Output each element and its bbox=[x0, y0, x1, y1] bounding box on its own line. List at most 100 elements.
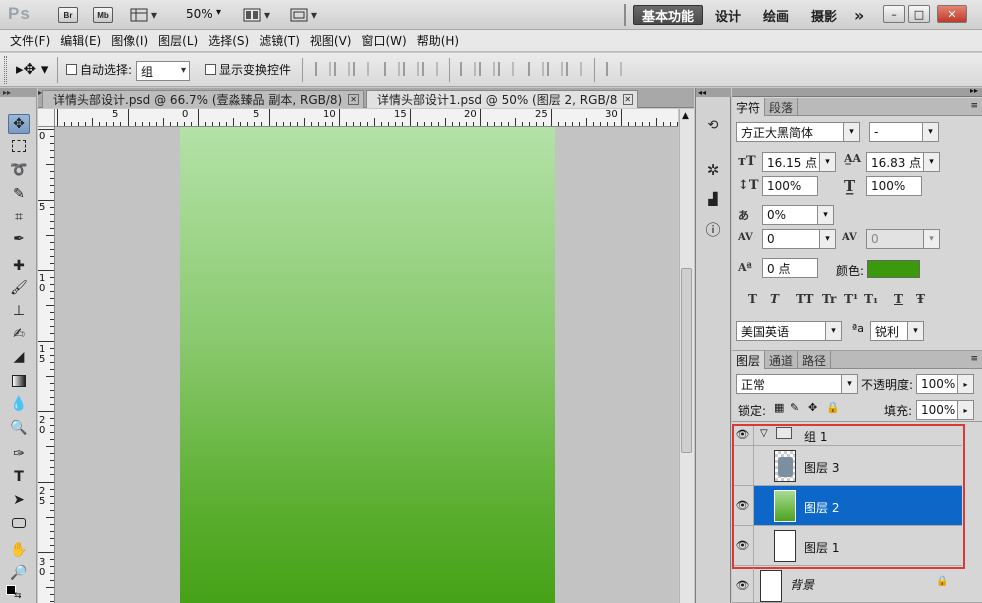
launch-minibridge-button[interactable]: Mb bbox=[93, 7, 113, 23]
vertical-ruler[interactable]: 0 5 1 0 1 5 2 0 2 5 3 0 bbox=[38, 127, 55, 603]
options-grip[interactable] bbox=[4, 56, 7, 84]
blur-tool-icon[interactable]: 💧 bbox=[8, 394, 30, 414]
workspace-painting[interactable]: 绘画 bbox=[755, 5, 797, 25]
tab-paragraph[interactable]: 段落 bbox=[765, 98, 799, 116]
close-button[interactable]: ✕ bbox=[937, 5, 967, 23]
move-tool-preset-icon[interactable]: ▸✥ ▾ bbox=[16, 60, 48, 78]
crop-tool-icon[interactable]: ⌗ bbox=[8, 207, 30, 227]
view-extras-button[interactable]: ▾ bbox=[130, 6, 157, 24]
lock-position-icon[interactable]: ✥ bbox=[808, 401, 817, 414]
chevron-down-icon[interactable]: ▾ bbox=[216, 7, 221, 18]
small-caps-button[interactable]: Tr bbox=[822, 292, 836, 306]
distribute-bottom-icon[interactable] bbox=[498, 62, 514, 76]
faux-italic-button[interactable]: T bbox=[770, 292, 779, 306]
hand-tool-icon[interactable]: ✋ bbox=[8, 540, 30, 560]
clone-stamp-tool-icon[interactable]: ⊥ bbox=[8, 301, 30, 321]
blend-mode-select[interactable]: 正常 ▾ bbox=[736, 374, 858, 394]
expand-panels-icon[interactable]: ◂◂ bbox=[696, 88, 731, 97]
underline-button[interactable]: T bbox=[894, 292, 903, 306]
eyedropper-tool-icon[interactable]: ✒ bbox=[8, 229, 30, 249]
layer-row-background[interactable]: 👁 背景 🔒 bbox=[732, 568, 982, 603]
scrollbar-thumb[interactable] bbox=[681, 268, 692, 453]
canvas-area[interactable] bbox=[55, 127, 678, 603]
path-selection-tool-icon[interactable]: ➤ bbox=[8, 490, 30, 510]
menu-select[interactable]: 选择(S) bbox=[206, 32, 257, 49]
align-left-icon[interactable] bbox=[384, 62, 400, 76]
kerning-field[interactable]: 0 ▾ bbox=[762, 229, 836, 249]
leading-field[interactable]: 16.83 点 ▾ bbox=[866, 152, 940, 172]
brush-tool-icon[interactable]: 🖌 bbox=[8, 278, 30, 298]
distribute-top-icon[interactable] bbox=[460, 62, 476, 76]
restore-button[interactable]: □ bbox=[908, 5, 930, 23]
show-transform-checkbox[interactable] bbox=[205, 64, 216, 75]
history-brush-tool-icon[interactable]: ✍ bbox=[8, 324, 30, 344]
collapse-icon[interactable]: ▸▸ bbox=[970, 86, 978, 95]
baseline-shift-field[interactable]: 0 点 bbox=[762, 258, 818, 278]
tab-paths[interactable]: 路径 bbox=[798, 351, 832, 369]
navigator-panel-icon[interactable]: ✲ bbox=[702, 159, 724, 181]
eye-icon[interactable]: 👁 bbox=[732, 568, 754, 602]
zoom-tool-icon[interactable]: 🔎 bbox=[8, 563, 30, 583]
distribute-right-icon[interactable] bbox=[566, 62, 582, 76]
align-bottom-icon[interactable] bbox=[353, 62, 369, 76]
distribute-hcenter-icon[interactable] bbox=[547, 62, 563, 76]
collapse-toolbox-icon[interactable]: ▸▸ bbox=[0, 88, 37, 97]
eraser-tool-icon[interactable]: ◢ bbox=[8, 347, 30, 367]
horizontal-scale-field[interactable]: 100% bbox=[866, 176, 922, 196]
tab-document-1[interactable]: 详情头部设计.psd @ 66.7% (壹淼臻品 副本, RGB/8) * ✕ bbox=[42, 90, 364, 108]
close-icon[interactable]: ✕ bbox=[622, 94, 633, 105]
launch-bridge-button[interactable]: Br bbox=[58, 7, 78, 23]
menu-edit[interactable]: 编辑(E) bbox=[58, 32, 109, 49]
info-panel-icon[interactable]: ⓘ bbox=[702, 218, 724, 240]
histogram-panel-icon[interactable]: ▟ bbox=[702, 188, 724, 210]
auto-align-icon[interactable] bbox=[606, 62, 622, 76]
menu-help[interactable]: 帮助(H) bbox=[415, 32, 467, 49]
vertical-scale-field[interactable]: 100% bbox=[762, 176, 818, 196]
lasso-tool-icon[interactable]: ➰ bbox=[8, 160, 30, 180]
workspace-photography[interactable]: 摄影 bbox=[803, 5, 845, 25]
tab-channels[interactable]: 通道 bbox=[765, 351, 799, 369]
distribute-vcenter-icon[interactable] bbox=[479, 62, 495, 76]
move-tool-icon[interactable]: ✥ bbox=[8, 114, 30, 134]
panel-menu-icon[interactable]: ≡ bbox=[970, 354, 978, 364]
shape-tool-icon[interactable] bbox=[8, 513, 30, 533]
all-caps-button[interactable]: TT bbox=[796, 292, 813, 306]
pen-tool-icon[interactable]: ✑ bbox=[8, 444, 30, 464]
menu-window[interactable]: 窗口(W) bbox=[359, 32, 414, 49]
ruler-origin[interactable] bbox=[38, 109, 55, 127]
tsume-field[interactable]: 0% ▾ bbox=[762, 205, 834, 225]
tab-layers[interactable]: 图层 bbox=[732, 351, 766, 369]
lock-transparent-icon[interactable]: ▦ bbox=[774, 401, 784, 414]
document-canvas[interactable] bbox=[180, 127, 555, 603]
quick-selection-tool-icon[interactable]: ✎ bbox=[8, 184, 30, 204]
antialias-select[interactable]: 锐利 ▾ bbox=[870, 321, 924, 341]
opacity-field[interactable]: 100% ▸ bbox=[916, 374, 974, 394]
lock-all-icon[interactable]: 🔒 bbox=[826, 401, 840, 414]
minimize-button[interactable]: – bbox=[883, 5, 905, 23]
marquee-tool-icon[interactable] bbox=[8, 136, 30, 156]
subscript-button[interactable]: T₁ bbox=[864, 292, 878, 306]
screen-mode-button[interactable]: ▾ bbox=[290, 6, 317, 24]
history-panel-icon[interactable]: ⟲ bbox=[702, 114, 724, 136]
arrange-documents-button[interactable]: ▾ bbox=[243, 6, 270, 24]
font-size-field[interactable]: 16.15 点 ▾ bbox=[762, 152, 836, 172]
swap-colors-icon[interactable]: ⇆ bbox=[14, 591, 22, 601]
healing-brush-tool-icon[interactable]: ✚ bbox=[8, 256, 30, 276]
align-hcenter-icon[interactable] bbox=[403, 62, 419, 76]
menu-layer[interactable]: 图层(L) bbox=[156, 32, 206, 49]
menu-view[interactable]: 视图(V) bbox=[308, 32, 360, 49]
dodge-tool-icon[interactable]: 🔍 bbox=[8, 418, 30, 438]
tab-document-2[interactable]: 详情头部设计1.psd @ 50% (图层 2, RGB/8) * ✕ bbox=[366, 90, 638, 108]
scroll-up-icon[interactable]: ▲ bbox=[682, 111, 689, 121]
menu-image[interactable]: 图像(I) bbox=[109, 32, 156, 49]
font-family-select[interactable]: 方正大黑简体 ▾ bbox=[736, 122, 860, 142]
faux-bold-button[interactable]: T bbox=[748, 292, 757, 306]
auto-select-option[interactable]: 自动选择: bbox=[66, 61, 132, 78]
type-tool-icon[interactable]: T bbox=[8, 467, 30, 487]
menu-file[interactable]: 文件(F) bbox=[8, 32, 58, 49]
auto-select-checkbox[interactable] bbox=[66, 64, 77, 75]
align-vcenter-icon[interactable] bbox=[334, 62, 350, 76]
language-select[interactable]: 美国英语 ▾ bbox=[736, 321, 842, 341]
workspace-essentials[interactable]: 基本功能 bbox=[633, 5, 704, 25]
text-color-swatch[interactable] bbox=[867, 260, 920, 278]
